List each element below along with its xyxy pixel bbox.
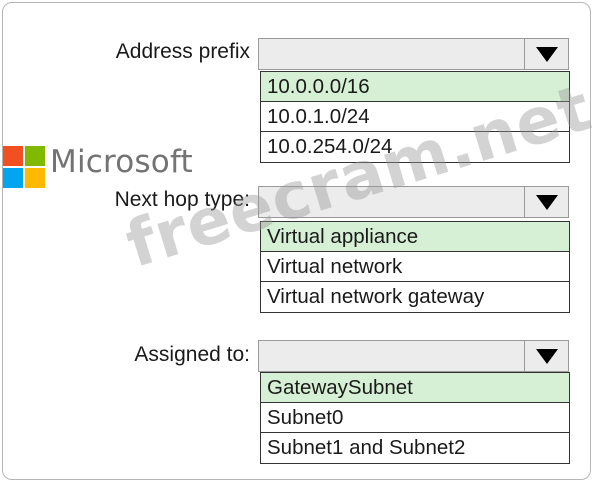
option-address-prefix-1[interactable]: 10.0.0.0/16 [261, 72, 569, 102]
address-prefix-options: 10.0.0.0/16 10.0.1.0/24 10.0.254.0/24 [260, 71, 570, 163]
triangle-down-icon [535, 348, 558, 364]
next-hop-type-options: Virtual appliance Virtual network Virtua… [260, 221, 570, 313]
microsoft-wordmark: Microsoft [50, 144, 193, 180]
next-hop-type-label: Next hop type: [114, 188, 250, 211]
next-hop-type-dropdown[interactable] [258, 186, 569, 218]
option-next-hop-3[interactable]: Virtual network gateway [261, 282, 569, 312]
option-next-hop-1[interactable]: Virtual appliance [261, 222, 569, 252]
option-address-prefix-2[interactable]: 10.0.1.0/24 [261, 102, 569, 132]
triangle-down-icon [535, 46, 558, 62]
option-address-prefix-3[interactable]: 10.0.254.0/24 [261, 132, 569, 162]
assigned-to-dropdown[interactable] [258, 340, 569, 372]
dropdown-arrow-button[interactable] [524, 341, 568, 371]
assigned-to-options: GatewaySubnet Subnet0 Subnet1 and Subnet… [260, 372, 570, 464]
dropdown-arrow-button[interactable] [524, 187, 568, 217]
option-assigned-to-3[interactable]: Subnet1 and Subnet2 [261, 433, 569, 463]
triangle-down-icon [535, 194, 558, 210]
option-next-hop-2[interactable]: Virtual network [261, 252, 569, 282]
option-assigned-to-1[interactable]: GatewaySubnet [261, 373, 569, 403]
microsoft-logo-icon [3, 146, 45, 188]
dropdown-arrow-button[interactable] [524, 39, 568, 69]
address-prefix-label: Address prefix [115, 40, 250, 63]
assigned-to-label: Assigned to: [134, 343, 250, 366]
address-prefix-dropdown[interactable] [258, 38, 569, 70]
option-assigned-to-2[interactable]: Subnet0 [261, 403, 569, 433]
